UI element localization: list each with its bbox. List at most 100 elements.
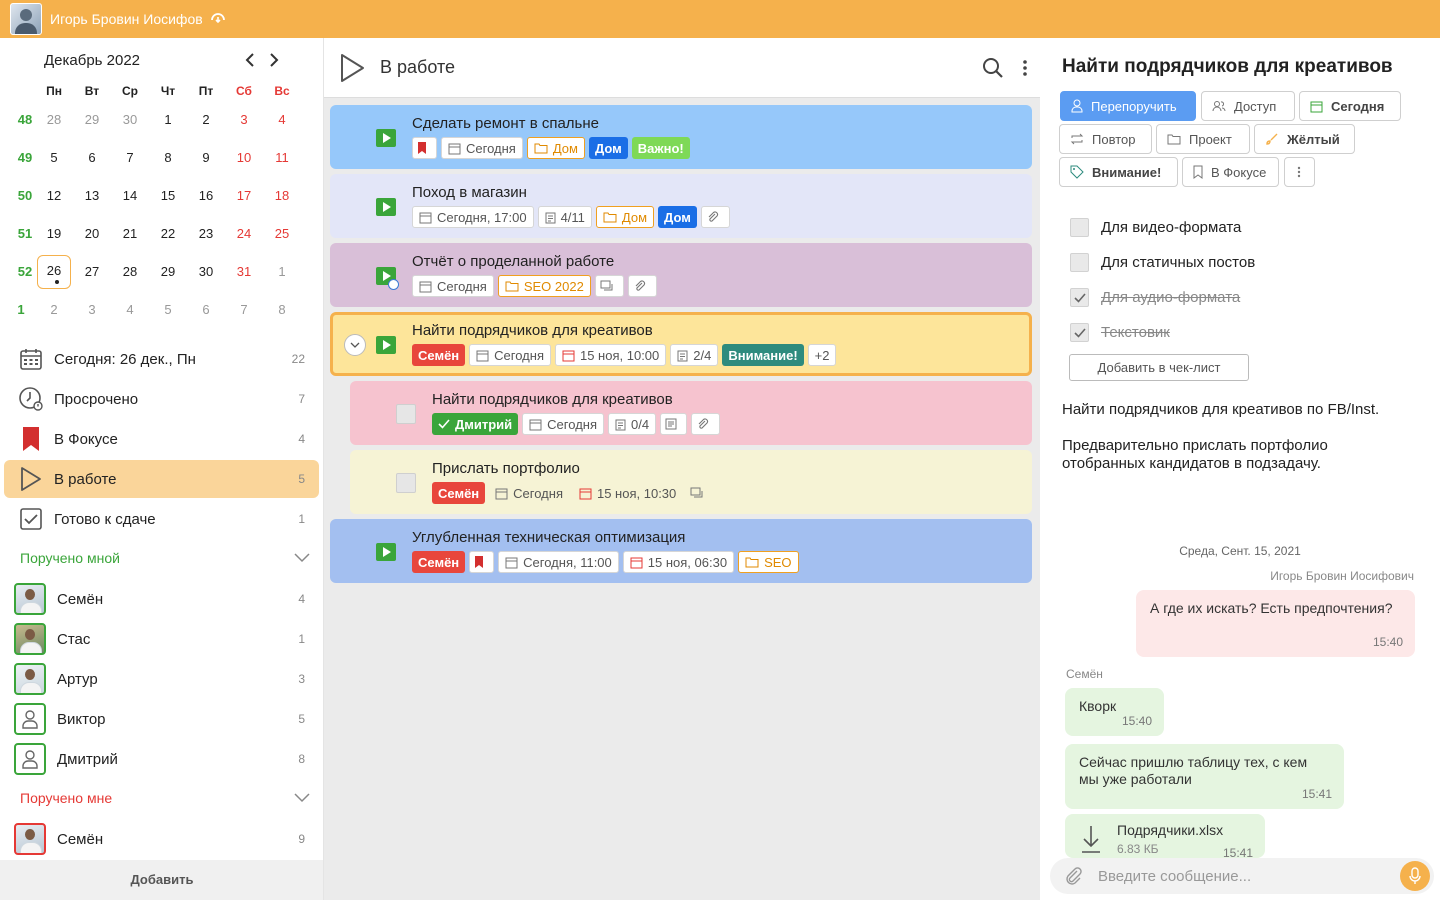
calendar-day[interactable]: 11 [263,143,301,173]
color-button[interactable]: Жёлтый [1254,124,1355,154]
more-vertical-icon[interactable] [1022,59,1028,77]
calendar-day[interactable]: 8 [263,295,301,325]
calendar-day[interactable]: 28 [35,105,73,135]
calendar-day[interactable]: 10 [225,143,263,173]
calendar-day[interactable]: 1 [149,105,187,135]
calendar-day[interactable]: 3 [225,105,263,135]
microphone-button[interactable] [1400,861,1430,891]
nav-item-in-progress[interactable]: В работе 5 [4,460,319,498]
task-row-selected[interactable]: Найти подрядчиков для креативов Семён Се… [330,312,1032,376]
calendar-day[interactable]: 29 [149,257,187,287]
calendar-day[interactable]: 4 [263,105,301,135]
calendar-day[interactable]: 17 [225,181,263,211]
calendar-day[interactable]: 7 [111,143,149,173]
task-row[interactable]: Углубленная техническая оптимизация Семё… [330,519,1032,583]
checklist-item[interactable]: Для видео-формата [1070,218,1241,237]
calendar-day[interactable]: 5 [35,143,73,173]
calendar-day[interactable]: 24 [225,219,263,249]
nav-item-overdue[interactable]: Просрочено 7 [4,380,319,418]
person-item[interactable]: Артур 3 [4,660,319,698]
checklist-checkbox[interactable] [1070,253,1089,272]
calendar-day[interactable]: 29 [73,105,111,135]
user-avatar[interactable] [10,3,42,35]
chevron-down-icon[interactable] [294,793,310,803]
calendar-day[interactable]: 7 [225,295,263,325]
calendar-day[interactable]: 8 [149,143,187,173]
calendar-day[interactable]: 28 [111,257,149,287]
more-tags[interactable]: +2 [807,344,837,366]
sync-icon[interactable] [208,9,228,29]
checklist-checkbox[interactable] [1070,218,1089,237]
calendar-day[interactable]: 1 [263,257,301,287]
calendar-day[interactable]: 18 [263,181,301,211]
task-checkbox[interactable] [396,473,416,493]
calendar-day[interactable]: 14 [111,181,149,211]
subtask-row[interactable]: Найти подрядчиков для креативов Дмитрий … [350,381,1032,445]
project-button[interactable]: Проект [1156,124,1250,154]
focus-button[interactable]: В Фокусе [1182,157,1279,187]
search-icon[interactable] [982,57,1004,79]
person-item[interactable]: Дмитрий 8 [4,740,319,778]
subtask-row[interactable]: Прислать портфолио Семён Сегодня 15 ноя,… [350,450,1032,514]
person-item[interactable]: Стас 1 [4,620,319,658]
calendar-day[interactable]: 20 [73,219,111,249]
chevron-left-icon[interactable] [240,50,260,70]
reassign-button[interactable]: Перепоручить [1060,91,1196,121]
calendar-day[interactable]: 31 [225,257,263,287]
calendar-day[interactable]: 2 [187,105,225,135]
calendar-day[interactable]: 23 [187,219,225,249]
calendar-day[interactable]: 6 [187,295,225,325]
section-assigned-to-me[interactable]: Поручено мне [20,790,310,806]
calendar-day[interactable]: 12 [35,181,73,211]
chevron-right-icon[interactable] [264,50,284,70]
download-icon[interactable] [1081,824,1101,854]
label-button[interactable]: Внимание! [1059,157,1178,187]
start-task-button[interactable] [376,129,396,147]
person-item[interactable]: Семён 9 [4,820,319,858]
nav-item-today[interactable]: Сегодня: 26 дек., Пн 22 [4,340,319,378]
checklist-item[interactable]: Для статичных постов [1070,253,1255,272]
checklist-checkbox-checked[interactable] [1070,323,1089,342]
start-task-button[interactable] [376,198,396,216]
person-item[interactable]: Семён 4 [4,580,319,618]
chat-file-message[interactable]: Подрядчики.xlsx 6.83 КБ 15:41 [1065,814,1265,858]
chevron-down-icon[interactable] [344,334,366,356]
person-item[interactable]: Виктор 5 [4,700,319,738]
calendar-day[interactable]: 2 [35,295,73,325]
calendar-day[interactable]: 3 [73,295,111,325]
nav-item-focus[interactable]: В Фокусе 4 [4,420,319,458]
calendar-day[interactable]: 16 [187,181,225,211]
calendar-day[interactable]: 19 [35,219,73,249]
nav-item-ready[interactable]: Готово к сдаче 1 [4,500,319,538]
repeat-button[interactable]: Повтор [1059,124,1152,154]
calendar-day[interactable]: 5 [149,295,187,325]
checklist-item[interactable]: Текстовик [1070,323,1170,342]
user-name[interactable]: Игорь Бровин Иосифовi [50,11,202,27]
calendar-day[interactable]: 22 [149,219,187,249]
today-button[interactable]: Сегодня [1299,91,1401,121]
task-row[interactable]: Сделать ремонт в спальне Сегодня Дом Дом… [330,105,1032,169]
paperclip-icon[interactable] [1064,866,1084,886]
checklist-item[interactable]: Для аудио-формата [1070,288,1240,307]
start-task-button[interactable] [376,336,396,354]
calendar-day[interactable]: 21 [111,219,149,249]
task-row[interactable]: Отчёт о проделанной работе Сегодня SEO 2… [330,243,1032,307]
calendar-day[interactable]: 30 [187,257,225,287]
calendar-day[interactable]: 15 [149,181,187,211]
access-button[interactable]: Доступ [1201,91,1295,121]
chevron-down-icon[interactable] [294,553,310,563]
task-checkbox[interactable] [396,404,416,424]
calendar-day[interactable]: 27 [73,257,111,287]
calendar-day-today[interactable]: 26 [37,255,71,289]
calendar-day[interactable]: 4 [111,295,149,325]
calendar-day[interactable]: 30 [111,105,149,135]
section-assigned-by-me[interactable]: Поручено мной [20,550,310,566]
start-task-button[interactable] [376,543,396,561]
calendar-day[interactable]: 13 [73,181,111,211]
calendar-day[interactable]: 6 [73,143,111,173]
message-input[interactable]: Введите сообщение... [1098,868,1400,885]
calendar-day[interactable]: 25 [263,219,301,249]
add-checklist-button[interactable]: Добавить в чек-лист [1069,354,1249,381]
calendar-day[interactable]: 9 [187,143,225,173]
add-button[interactable]: Добавить [0,860,323,900]
